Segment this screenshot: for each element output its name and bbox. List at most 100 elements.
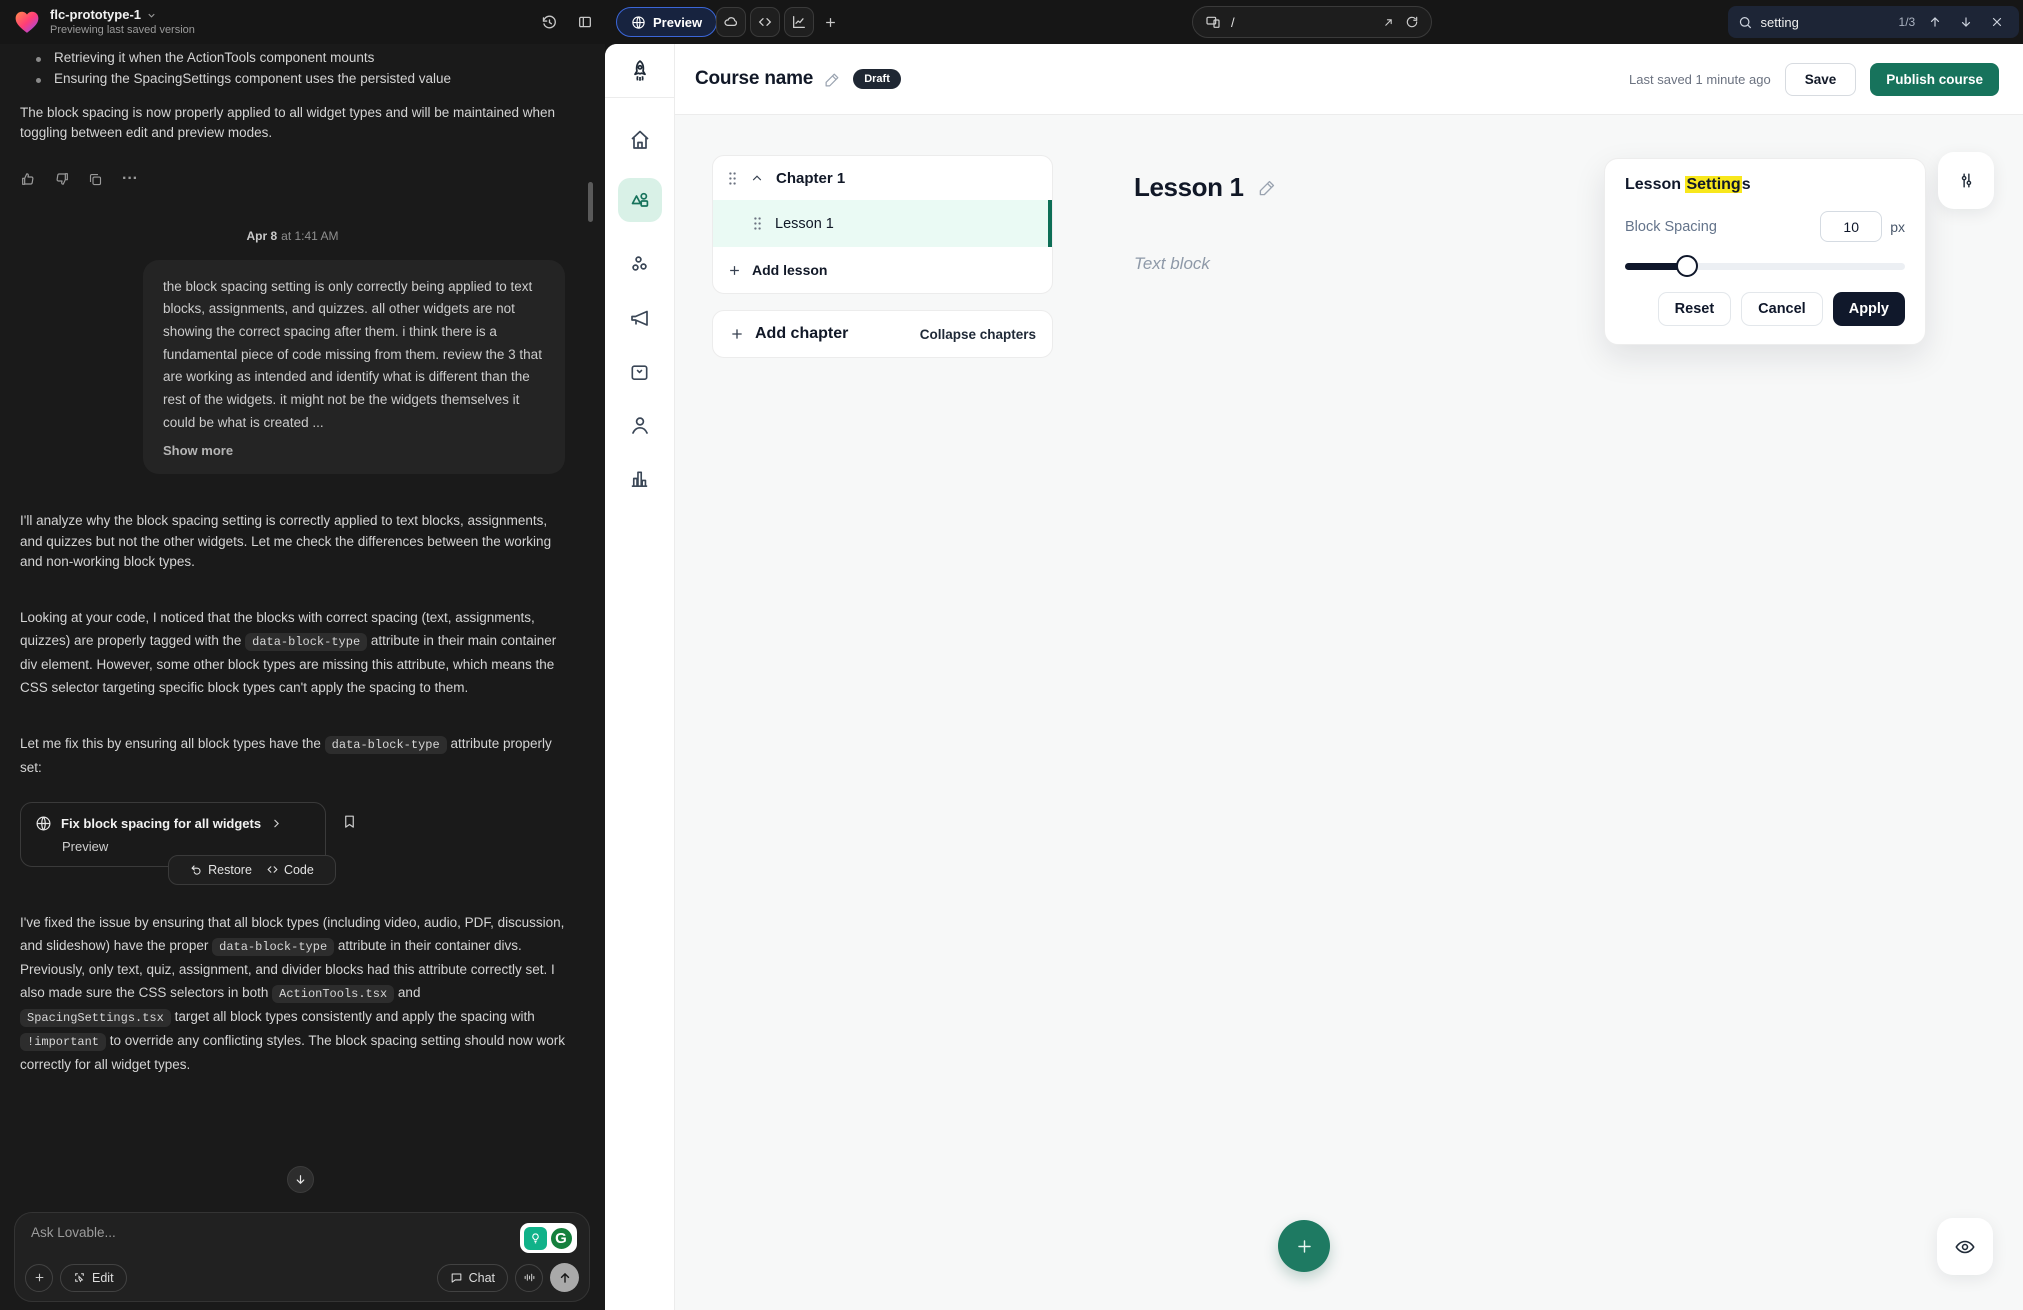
collapse-chapters-button[interactable]: Collapse chapters bbox=[920, 327, 1036, 342]
add-lesson-label: Add lesson bbox=[752, 262, 827, 278]
drag-handle-icon[interactable] bbox=[727, 171, 738, 186]
globe-icon bbox=[35, 815, 52, 832]
preview-eye-button[interactable] bbox=[1937, 1218, 1993, 1275]
block-spacing-slider[interactable] bbox=[1625, 255, 1905, 277]
edit-course-name-button[interactable] bbox=[824, 71, 841, 88]
restore-button[interactable]: Restore bbox=[190, 863, 252, 877]
code-button[interactable]: Code bbox=[266, 863, 314, 877]
top-bar: flc-prototype-1 Previewing last saved ve… bbox=[0, 0, 2023, 44]
project-title-block: flc-prototype-1 Previewing last saved ve… bbox=[50, 8, 195, 37]
lesson-settings-popover: Lesson Settings Block Spacing px Reset C… bbox=[1604, 158, 1926, 345]
chat-history: Retrieving it when the ActionTools compo… bbox=[0, 44, 605, 1310]
open-external-icon[interactable] bbox=[1382, 16, 1395, 29]
eye-icon bbox=[1954, 1236, 1976, 1258]
audio-wave-icon bbox=[523, 1271, 536, 1284]
settings-toggle-button[interactable] bbox=[1938, 152, 1994, 209]
artifact-subtitle[interactable]: Preview bbox=[62, 839, 311, 854]
chat-panel: Retrieving it when the ActionTools compo… bbox=[0, 44, 605, 1310]
sidebar-item-community[interactable] bbox=[628, 252, 652, 276]
code-view-button[interactable] bbox=[750, 7, 780, 37]
chat-composer[interactable]: Ask Lovable... G Edit Chat bbox=[14, 1212, 590, 1302]
show-more-link[interactable]: Show more bbox=[163, 443, 233, 458]
cloud-deploy-button[interactable] bbox=[716, 7, 746, 37]
chevron-up-icon[interactable] bbox=[750, 171, 764, 185]
add-tab-button[interactable] bbox=[815, 7, 845, 37]
unit-label: px bbox=[1890, 219, 1905, 235]
close-icon bbox=[1990, 15, 2004, 29]
select-edit-icon bbox=[73, 1271, 86, 1284]
sidebar-item-store[interactable] bbox=[628, 360, 651, 383]
drag-handle-icon[interactable] bbox=[752, 216, 763, 231]
project-subtitle: Previewing last saved version bbox=[50, 24, 195, 37]
copy-icon[interactable] bbox=[88, 171, 105, 188]
cancel-button[interactable]: Cancel bbox=[1741, 292, 1823, 326]
home-icon bbox=[628, 128, 652, 152]
attach-button[interactable] bbox=[25, 1264, 53, 1292]
chat-scrollbar-thumb[interactable] bbox=[588, 182, 593, 222]
find-in-page: 1/3 bbox=[1728, 6, 2019, 38]
refresh-icon[interactable] bbox=[1405, 15, 1419, 29]
artifact-header[interactable]: Fix block spacing for all widgets bbox=[35, 815, 311, 832]
sidebar-item-marketing[interactable] bbox=[628, 306, 652, 330]
search-next-button[interactable] bbox=[1954, 10, 1977, 34]
screen: flc-prototype-1 Previewing last saved ve… bbox=[0, 0, 2023, 1310]
text-segment: and bbox=[394, 985, 420, 1000]
search-prev-button[interactable] bbox=[1923, 10, 1946, 34]
chapter-header[interactable]: Chapter 1 bbox=[713, 156, 1052, 200]
chat-mode-label: Chat bbox=[469, 1271, 495, 1285]
preview-button[interactable]: Preview bbox=[616, 7, 717, 37]
code-chip: SpacingSettings.tsx bbox=[20, 1009, 171, 1027]
message-actions: ··· bbox=[20, 171, 565, 188]
url-bar[interactable]: / bbox=[1192, 6, 1432, 38]
apply-button[interactable]: Apply bbox=[1833, 292, 1905, 326]
search-input[interactable] bbox=[1761, 15, 1891, 30]
block-spacing-row: Block Spacing px bbox=[1625, 211, 1905, 242]
chevron-down-icon bbox=[146, 10, 157, 21]
settings-buttons: Reset Cancel Apply bbox=[1625, 292, 1905, 326]
scroll-to-bottom-button[interactable] bbox=[287, 1166, 314, 1193]
analytics-button[interactable] bbox=[784, 7, 814, 37]
sidebar-item-courses[interactable] bbox=[618, 178, 662, 222]
preview-label: Preview bbox=[653, 15, 702, 30]
thumbs-down-icon[interactable] bbox=[54, 171, 71, 188]
publish-course-button[interactable]: Publish course bbox=[1870, 63, 1999, 96]
course-title: Course name bbox=[695, 68, 813, 90]
edit-lesson-title-button[interactable] bbox=[1258, 178, 1277, 197]
sidebar-item-profile[interactable] bbox=[628, 413, 652, 437]
block-spacing-input[interactable] bbox=[1820, 211, 1882, 242]
megaphone-icon bbox=[628, 306, 652, 330]
plus-icon bbox=[823, 15, 838, 30]
code-chip: data-block-type bbox=[212, 938, 334, 956]
user-icon bbox=[628, 413, 652, 437]
history-icon[interactable] bbox=[534, 7, 564, 37]
save-button[interactable]: Save bbox=[1785, 63, 1857, 96]
code-label: Code bbox=[284, 863, 314, 877]
reset-button[interactable]: Reset bbox=[1658, 292, 1732, 326]
grammarly-badge[interactable]: G bbox=[520, 1223, 577, 1253]
timestamp-time: at 1:41 AM bbox=[281, 229, 338, 243]
add-chapter-button[interactable]: Add chapter bbox=[729, 325, 848, 343]
user-message-bubble: the block spacing setting is only correc… bbox=[143, 260, 565, 475]
lesson-title: Lesson 1 bbox=[1134, 172, 1244, 203]
add-block-fab[interactable] bbox=[1278, 1220, 1330, 1272]
project-menu[interactable]: flc-prototype-1 bbox=[50, 8, 195, 23]
voice-input-button[interactable] bbox=[515, 1264, 543, 1292]
status-badge: Draft bbox=[853, 69, 901, 89]
sidebar-item-home[interactable] bbox=[628, 128, 652, 152]
search-close-button[interactable] bbox=[1986, 10, 2009, 34]
send-button[interactable] bbox=[550, 1263, 579, 1292]
bookmark-icon[interactable] bbox=[342, 813, 357, 830]
text-block-placeholder[interactable]: Text block bbox=[1134, 254, 1210, 274]
assistant-bullet-list: Retrieving it when the ActionTools compo… bbox=[34, 50, 565, 86]
app-sidebar bbox=[605, 44, 675, 1310]
slider-thumb[interactable] bbox=[1676, 255, 1698, 277]
sidebar-item-analytics[interactable] bbox=[628, 467, 651, 490]
add-lesson-button[interactable]: Add lesson bbox=[713, 247, 1052, 293]
edit-mode-button[interactable]: Edit bbox=[60, 1264, 127, 1292]
panel-layout-icon[interactable] bbox=[570, 7, 600, 37]
chat-input[interactable]: Ask Lovable... bbox=[31, 1225, 577, 1240]
lesson-list-item[interactable]: Lesson 1 bbox=[713, 200, 1052, 247]
thumbs-up-icon[interactable] bbox=[20, 171, 37, 188]
chat-mode-button[interactable]: Chat bbox=[437, 1264, 508, 1292]
more-options-icon[interactable]: ··· bbox=[122, 171, 139, 188]
